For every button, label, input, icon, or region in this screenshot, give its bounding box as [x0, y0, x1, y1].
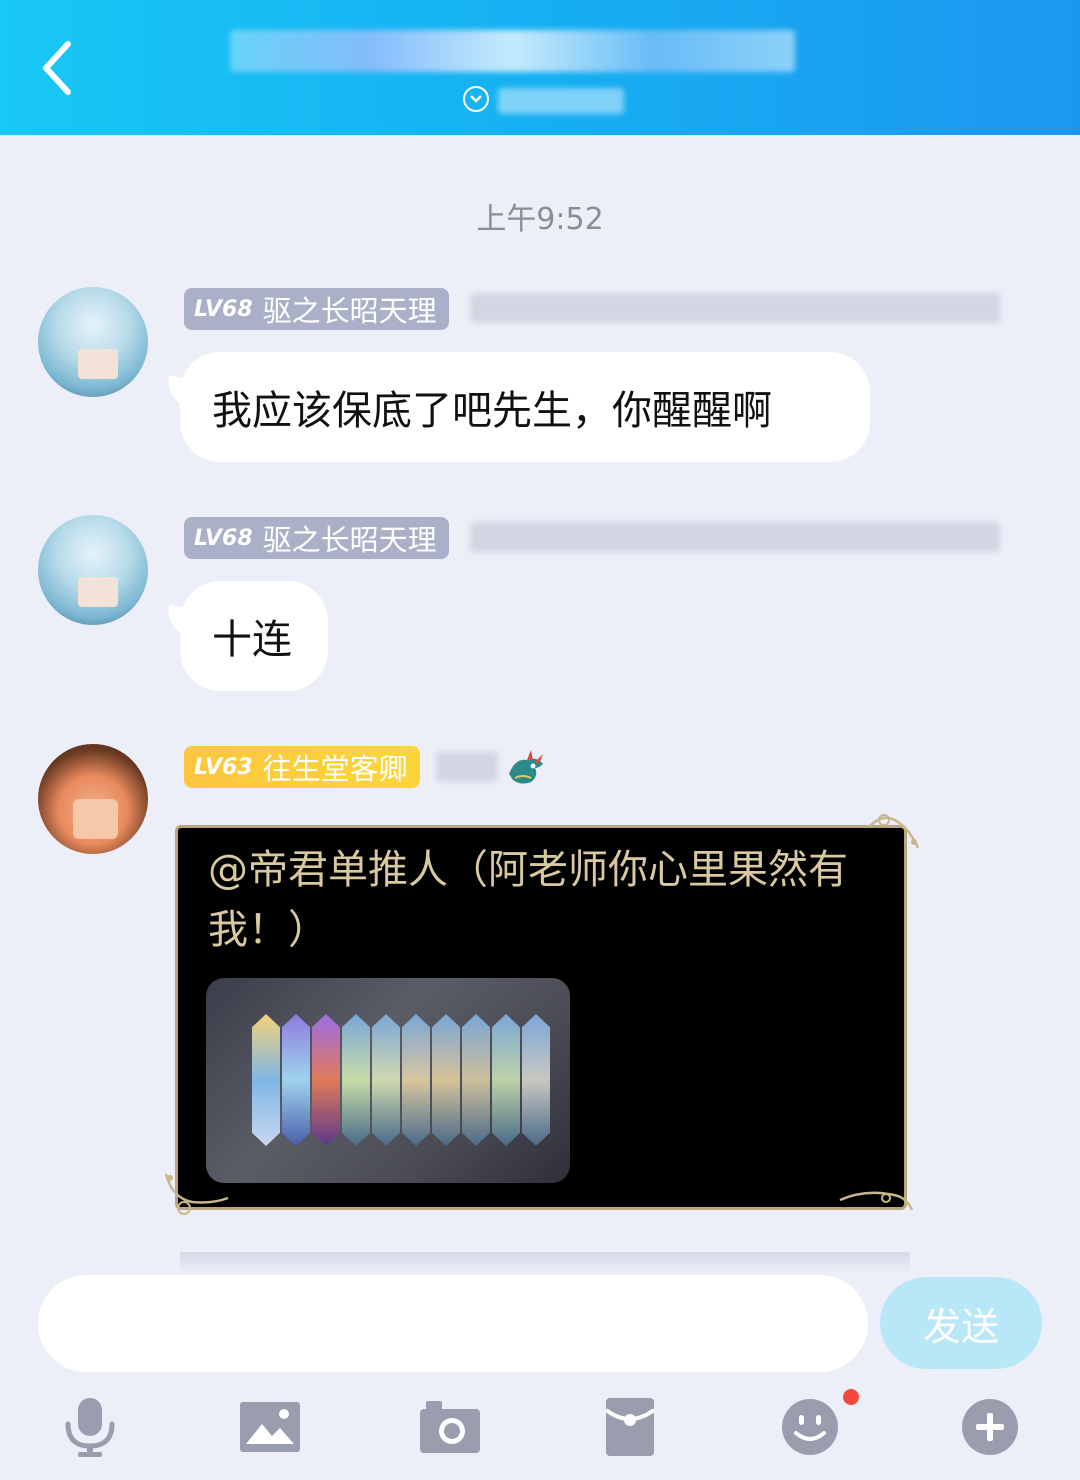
decorated-message-bubble[interactable]: @帝君单推人（阿老师你心里果然有我！）	[164, 814, 920, 1215]
message-text: 十连	[212, 617, 292, 663]
chevron-down-circle-icon[interactable]	[463, 86, 489, 112]
group-subtitle-blurred	[498, 88, 624, 114]
back-button[interactable]	[30, 28, 90, 108]
nickname-blurred	[470, 522, 1000, 552]
red-packet-button[interactable]	[595, 1392, 665, 1462]
member-title: 驱之长昭天理	[262, 294, 437, 328]
level-label: LV63	[194, 754, 253, 780]
emoji-icon	[782, 1399, 838, 1455]
send-button[interactable]: 发送	[880, 1277, 1042, 1369]
red-packet-icon	[604, 1398, 656, 1456]
dragon-badge-icon	[505, 748, 547, 788]
microphone-icon	[65, 1398, 115, 1457]
wish-result-image[interactable]	[206, 978, 570, 1183]
level-badge: LV63 往生堂客卿	[184, 746, 420, 788]
nickname-blurred	[436, 752, 498, 782]
avatar[interactable]	[38, 515, 148, 625]
message-bubble[interactable]: 十连	[180, 581, 328, 691]
image-button[interactable]	[235, 1392, 305, 1462]
message-bubble[interactable]: 我应该保底了吧先生，你醒醒啊	[180, 352, 870, 462]
message-text: 我应该保底了吧先生，你醒醒啊	[212, 388, 772, 434]
corner-ornament-icon	[839, 1191, 914, 1211]
message-input[interactable]	[38, 1275, 868, 1372]
avatar[interactable]	[38, 744, 148, 854]
nickname-blurred	[470, 293, 1000, 323]
plus-icon	[962, 1399, 1018, 1455]
image-icon	[240, 1402, 300, 1452]
camera-icon	[420, 1401, 480, 1453]
chat-header	[0, 0, 1080, 135]
message-divider-shadow	[180, 1252, 910, 1274]
level-badge: LV68 驱之长昭天理	[184, 288, 449, 330]
notification-dot	[843, 1389, 859, 1405]
level-label: LV68	[194, 525, 253, 551]
message-timestamp: 上午9:52	[476, 202, 604, 237]
emoji-button[interactable]	[775, 1392, 845, 1462]
plus-button[interactable]	[955, 1392, 1025, 1462]
level-label: LV68	[194, 296, 253, 322]
member-title: 往生堂客卿	[262, 752, 408, 786]
camera-button[interactable]	[415, 1392, 485, 1462]
message-text: @帝君单推人（阿老师你心里果然有我！）	[208, 847, 848, 953]
member-title: 驱之长昭天理	[262, 523, 437, 557]
microphone-button[interactable]	[55, 1392, 125, 1462]
avatar[interactable]	[38, 287, 148, 397]
group-title-blurred[interactable]	[230, 30, 795, 72]
level-badge: LV68 驱之长昭天理	[184, 517, 449, 559]
chevron-left-icon	[43, 41, 71, 95]
